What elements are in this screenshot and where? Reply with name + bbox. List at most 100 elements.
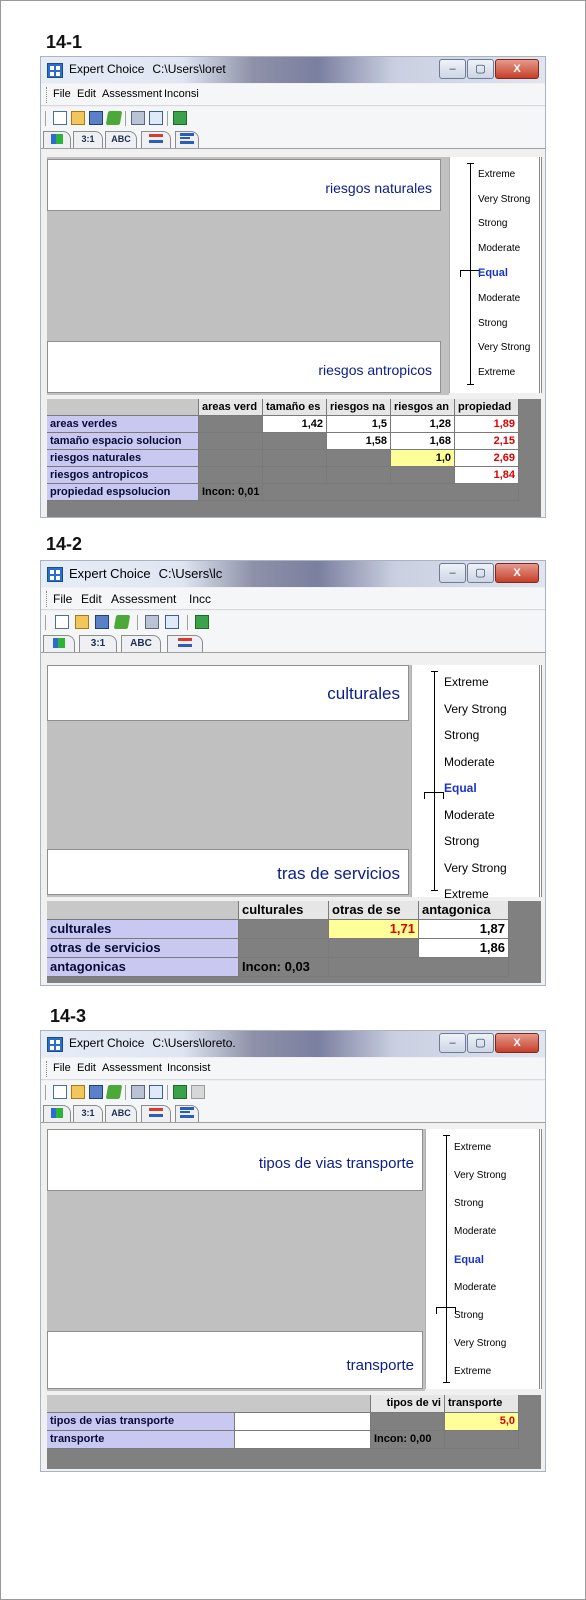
save-icon[interactable] xyxy=(95,615,109,629)
menu-edit[interactable]: Edit xyxy=(77,88,96,100)
tab-questionnaire[interactable] xyxy=(175,131,199,148)
tab-verbal[interactable]: ABC xyxy=(105,1105,137,1122)
row-header[interactable]: tipos de vias transporte xyxy=(47,1413,235,1431)
column-header[interactable]: tamaño es xyxy=(263,399,327,416)
open-folder-icon[interactable] xyxy=(71,111,85,125)
matrix-cell-selected[interactable]: 1,0 xyxy=(391,450,455,467)
verbal-scale[interactable]: Extreme Very Strong Strong Moderate Equa… xyxy=(411,665,542,901)
menu-assessment[interactable]: Assessment xyxy=(102,1062,162,1074)
tab-numerical[interactable]: 3:1 xyxy=(73,1105,103,1122)
open-folder-icon[interactable] xyxy=(75,615,89,629)
matrix-cell-selected[interactable]: 5,0 xyxy=(445,1413,519,1431)
close-button[interactable]: X xyxy=(495,1033,539,1053)
matrix-cell-selected[interactable]: 1,71 xyxy=(329,920,419,939)
scale-slider-thumb[interactable] xyxy=(460,270,480,277)
matrix-cell-inverted[interactable]: 1,89 xyxy=(455,416,519,433)
column-header[interactable]: tipos de vi xyxy=(371,1395,445,1413)
column-header[interactable]: propiedad xyxy=(455,399,519,416)
calculator-icon[interactable] xyxy=(195,615,209,629)
menu-assessment[interactable]: Assessment xyxy=(102,88,162,100)
matrix-cell[interactable]: 1,87 xyxy=(419,920,509,939)
calculator-icon[interactable] xyxy=(173,111,187,125)
tab-graphical[interactable] xyxy=(167,635,203,652)
new-file-icon[interactable] xyxy=(53,1085,67,1099)
matrix-cell[interactable]: 1,5 xyxy=(327,416,391,433)
save-icon[interactable] xyxy=(89,1085,103,1099)
tab-verbal[interactable]: ABC xyxy=(121,635,161,652)
tab-tree-view[interactable] xyxy=(43,131,71,148)
row-header[interactable]: riesgos naturales xyxy=(47,450,199,467)
bottom-element-name: transporte xyxy=(346,1357,414,1374)
column-header[interactable]: transporte xyxy=(445,1395,519,1413)
scale-slider-thumb[interactable] xyxy=(424,792,444,799)
file-path: C:\Users\loreto. xyxy=(152,1036,236,1050)
column-header[interactable]: culturales xyxy=(239,901,329,920)
print-icon[interactable] xyxy=(145,615,159,629)
menu-edit[interactable]: Edit xyxy=(81,592,102,606)
row-header[interactable]: areas verdes xyxy=(47,416,199,433)
menu-inconsistency[interactable]: Inconsi xyxy=(164,88,199,100)
check-icon[interactable] xyxy=(113,615,131,629)
print-icon[interactable] xyxy=(131,111,145,125)
open-folder-icon[interactable] xyxy=(71,1085,85,1099)
menu-inconsistency[interactable]: Inconsist xyxy=(167,1062,210,1074)
verbal-scale[interactable]: Extreme Very Strong Strong Moderate Equa… xyxy=(449,157,542,393)
tab-graphical[interactable] xyxy=(141,131,171,148)
scale-slider-thumb[interactable] xyxy=(436,1307,456,1314)
verbal-scale[interactable]: Extreme Very Strong Strong Moderate Equa… xyxy=(425,1129,542,1389)
tab-graphical[interactable] xyxy=(141,1105,171,1122)
matrix-cell-inverted[interactable]: 1,84 xyxy=(455,467,519,484)
tab-tree-view[interactable] xyxy=(43,1105,71,1122)
toolbar-separator xyxy=(187,615,188,630)
column-header[interactable]: areas verd xyxy=(199,399,263,416)
row-header[interactable]: riesgos antropicos xyxy=(47,467,199,484)
close-button[interactable]: X xyxy=(495,563,539,583)
tab-tree-view[interactable] xyxy=(43,635,75,652)
print-icon[interactable] xyxy=(131,1085,145,1099)
matrix-cell[interactable]: 1,58 xyxy=(327,433,391,450)
maximize-button[interactable]: ▢ xyxy=(467,563,494,583)
row-header[interactable]: propiedad espsolucion xyxy=(47,484,199,501)
menu-file[interactable]: File xyxy=(53,592,72,606)
tab-verbal[interactable]: ABC xyxy=(105,131,137,148)
new-file-icon[interactable] xyxy=(53,111,67,125)
row-header[interactable]: culturales xyxy=(47,920,239,939)
column-header[interactable]: riesgos an xyxy=(391,399,455,416)
column-header[interactable]: antagonica xyxy=(419,901,509,920)
matrix-cell[interactable]: 1,28 xyxy=(391,416,455,433)
print-preview-icon[interactable] xyxy=(165,615,179,629)
menu-inconsistency[interactable]: Incc xyxy=(189,592,211,606)
tab-numerical[interactable]: 3:1 xyxy=(79,635,117,652)
column-header[interactable]: riesgos na xyxy=(327,399,391,416)
column-header[interactable]: otras de se xyxy=(329,901,419,920)
maximize-button[interactable]: ▢ xyxy=(467,1033,494,1053)
calculator-icon[interactable] xyxy=(173,1085,187,1099)
matrix-cell-inverted[interactable]: 2,69 xyxy=(455,450,519,467)
matrix-cell[interactable]: 1,86 xyxy=(419,939,509,958)
new-file-icon[interactable] xyxy=(55,615,69,629)
minimize-button[interactable]: – xyxy=(439,1033,466,1053)
minimize-button[interactable]: – xyxy=(439,563,466,583)
matrix-cell-inverted[interactable]: 2,15 xyxy=(455,433,519,450)
row-header[interactable]: antagonicas xyxy=(47,958,239,977)
print-preview-icon[interactable] xyxy=(149,1085,163,1099)
maximize-button[interactable]: ▢ xyxy=(467,59,494,79)
tab-questionnaire[interactable] xyxy=(175,1105,199,1122)
menu-assessment[interactable]: Assessment xyxy=(111,592,176,606)
tab-numerical[interactable]: 3:1 xyxy=(73,131,103,148)
matrix-cell[interactable]: 1,68 xyxy=(391,433,455,450)
row-header[interactable]: transporte xyxy=(47,1431,235,1449)
save-icon[interactable] xyxy=(89,111,103,125)
check-icon[interactable] xyxy=(105,1085,123,1099)
check-icon[interactable] xyxy=(105,111,123,125)
minimize-button[interactable]: – xyxy=(439,59,466,79)
row-header[interactable]: otras de servicios xyxy=(47,939,239,958)
matrix-cell[interactable]: 1,42 xyxy=(263,416,327,433)
print-preview-icon[interactable] xyxy=(149,111,163,125)
row-header[interactable]: tamaño espacio solucion xyxy=(47,433,199,450)
menu-file[interactable]: File xyxy=(53,88,71,100)
close-button[interactable]: X xyxy=(495,59,539,79)
menu-file[interactable]: File xyxy=(53,1062,71,1074)
disabled-tool-icon[interactable] xyxy=(191,1085,205,1099)
menu-edit[interactable]: Edit xyxy=(77,1062,96,1074)
